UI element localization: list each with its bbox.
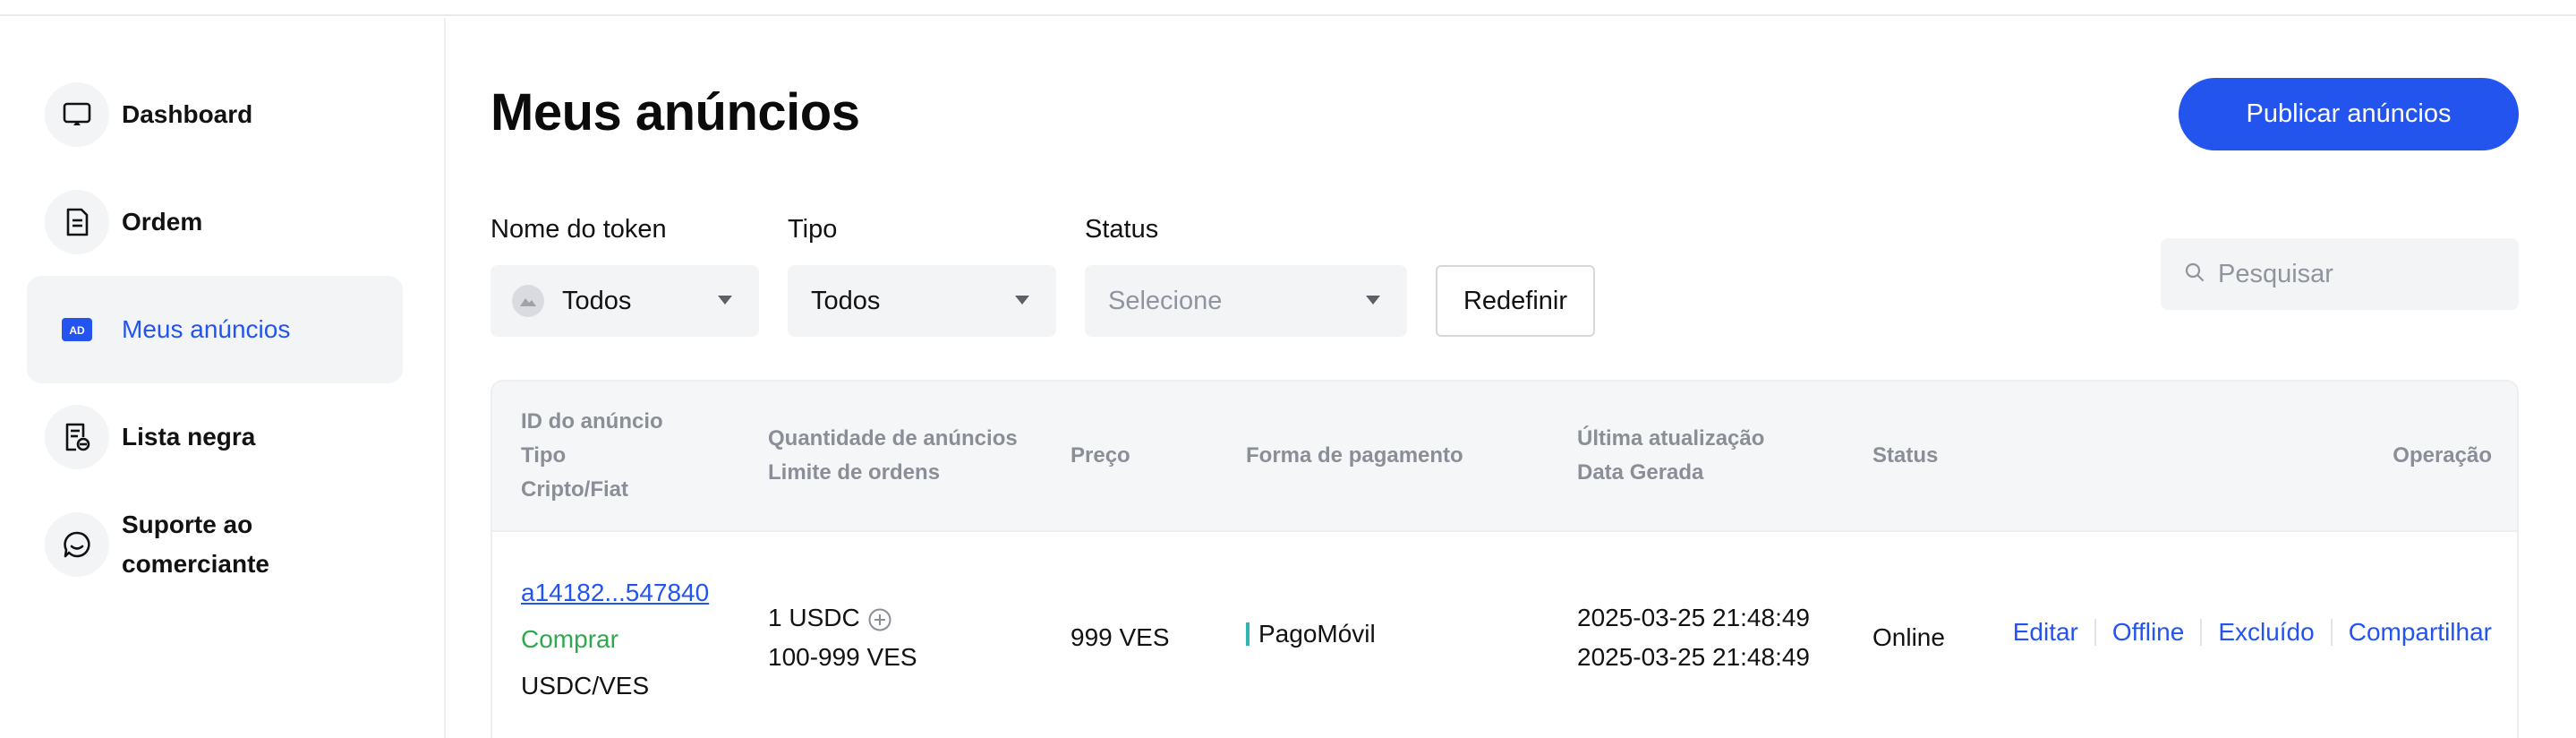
chevron-down-icon [1015, 296, 1029, 305]
divider [2330, 619, 2333, 646]
add-quantity-icon[interactable] [867, 607, 892, 632]
sidebar-item-label: Dashboard [122, 100, 253, 128]
divider [2200, 619, 2203, 646]
quantity-cell: 1 USDC 100-999 VES [768, 598, 917, 677]
created-date: 2025-03-25 21:48:49 [1577, 643, 1810, 671]
ad-quantity: 1 USDC [768, 604, 860, 631]
status-select-placeholder: Selecione [1108, 286, 1223, 315]
payment-color-bar [1246, 622, 1250, 646]
sidebar-item-suporte[interactable]: Suporte ao comerciante [27, 491, 403, 598]
table-header: ID do anúncio Tipo Cripto/Fiat Quantidad… [492, 382, 2517, 532]
publish-ads-button[interactable]: Publicar anúncios [2179, 78, 2519, 150]
token-select[interactable]: Todos [490, 265, 759, 337]
sidebar-item-meus-anuncios[interactable]: AD Meus anúncios [27, 276, 403, 383]
monitor-icon [45, 82, 109, 147]
date-cell: 2025-03-25 21:48:49 2025-03-25 21:48:49 [1577, 598, 1810, 677]
column-header-updated: Última atualização Data Gerada [1577, 426, 1765, 485]
sidebar-item-dashboard[interactable]: Dashboard [27, 61, 403, 168]
sidebar-item-label: Lista negra [122, 423, 256, 451]
column-header-status: Status [1872, 443, 1939, 468]
payment-cell: PagoMóvil [1246, 614, 1376, 654]
column-header-operation: Operação [2393, 443, 2492, 468]
reset-button[interactable]: Redefinir [1436, 265, 1595, 337]
ad-id-link[interactable]: a14182...547840 [521, 573, 709, 613]
top-divider [0, 0, 2576, 16]
type-filter-label: Tipo [788, 215, 838, 244]
last-updated: 2025-03-25 21:48:49 [1577, 604, 1810, 631]
chat-icon [45, 512, 109, 577]
price-cell: 999 VES [1070, 623, 1170, 651]
chevron-down-icon [718, 296, 732, 305]
column-header-ad-id: ID do anúncio Tipo Cripto/Fiat [521, 409, 663, 502]
token-select-value: Todos [562, 286, 632, 315]
search-input[interactable] [2218, 259, 2504, 289]
ad-id-cell: a14182...547840 Comprar USDC/VES [521, 573, 709, 706]
order-limit: 100-999 VES [768, 643, 917, 671]
ads-table: ID do anúncio Tipo Cripto/Fiat Quantidad… [490, 380, 2519, 738]
delete-link[interactable]: Excluído [2218, 618, 2314, 647]
divider [2094, 619, 2096, 646]
page-title: Meus anúncios [490, 83, 860, 142]
edit-link[interactable]: Editar [2013, 618, 2078, 647]
payment-method: PagoMóvil [1258, 620, 1376, 648]
ad-icon: AD [45, 297, 109, 362]
offline-link[interactable]: Offline [2112, 618, 2184, 647]
crypto-fiat-pair: USDC/VES [521, 672, 650, 699]
operations-cell: Editar Offline Excluído Compartilhar [2013, 618, 2492, 647]
column-header-price: Preço [1070, 443, 1130, 468]
status-cell: Online [1872, 623, 1945, 651]
column-header-quantity: Quantidade de anúncios Limite de ordens [768, 426, 1018, 485]
search-icon [2184, 262, 2205, 287]
type-select[interactable]: Todos [788, 265, 1056, 337]
blacklist-icon [45, 405, 109, 469]
search-box[interactable] [2161, 238, 2519, 310]
sidebar-item-lista-negra[interactable]: Lista negra [27, 383, 403, 491]
column-header-payment: Forma de pagamento [1246, 443, 1463, 468]
type-select-value: Todos [811, 286, 881, 315]
status-filter-label: Status [1085, 215, 1159, 244]
token-icon [512, 285, 544, 317]
document-icon [45, 190, 109, 254]
svg-text:AD: AD [69, 324, 85, 337]
sidebar-item-label: Ordem [122, 208, 203, 236]
sidebar-item-ordem[interactable]: Ordem [27, 168, 403, 276]
chevron-down-icon [1366, 296, 1380, 305]
status-select[interactable]: Selecione [1085, 265, 1407, 337]
sidebar-item-label: Suporte ao comerciante [122, 511, 269, 578]
token-filter-label: Nome do token [490, 215, 667, 244]
ad-type: Comprar [521, 625, 618, 653]
sidebar: Dashboard Ordem AD Meus anúncios Lista n… [0, 18, 446, 738]
share-link[interactable]: Compartilhar [2349, 618, 2492, 647]
sidebar-item-label: Meus anúncios [122, 315, 291, 343]
